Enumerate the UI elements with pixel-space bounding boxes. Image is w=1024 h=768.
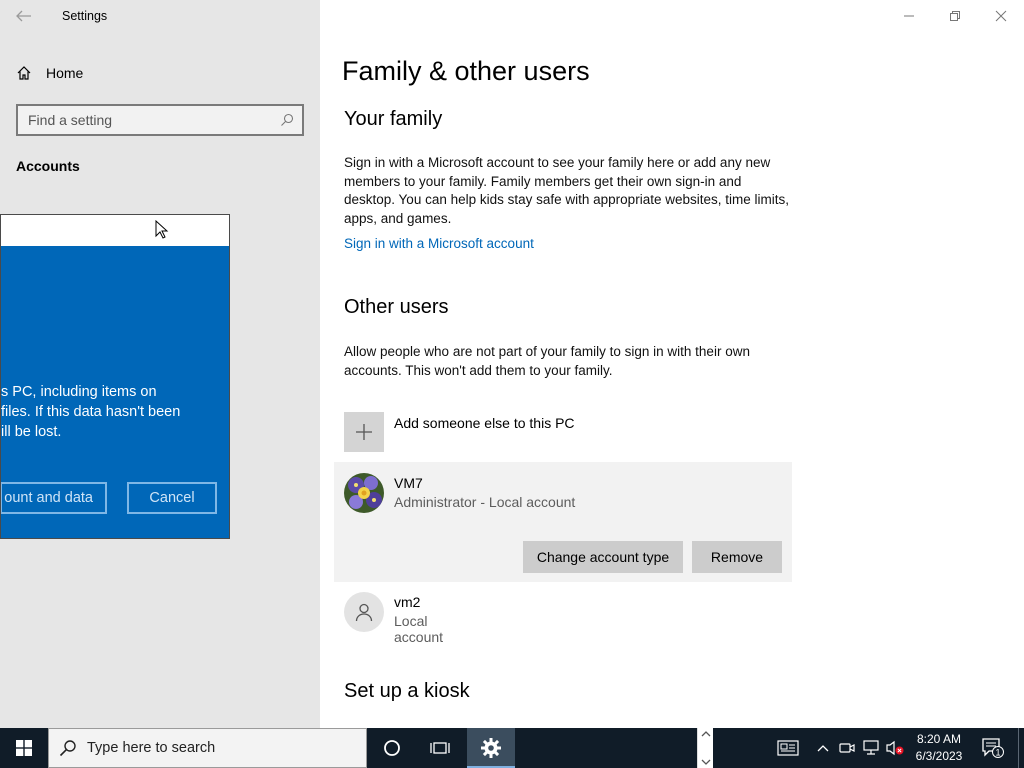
nav-home[interactable]: Home <box>16 62 83 84</box>
news-button[interactable] <box>776 736 800 760</box>
dialog-cancel-button[interactable]: Cancel <box>127 482 217 514</box>
search-icon[interactable] <box>280 113 294 127</box>
flower-avatar-icon <box>344 473 384 513</box>
start-button[interactable] <box>0 728 48 768</box>
content-scrollbar[interactable] <box>697 728 713 768</box>
network-button[interactable] <box>860 736 882 760</box>
minimize-button[interactable] <box>897 4 921 28</box>
mouse-cursor-icon <box>155 220 169 239</box>
clock-time: 8:20 AM <box>916 732 962 746</box>
dialog-message: s PC, including items on files. If this … <box>1 384 181 440</box>
task-view-icon <box>430 742 450 754</box>
microsoft-signin-link[interactable]: Sign in with a Microsoft account <box>344 236 534 251</box>
taskbar-clock[interactable]: 8:20 AM 6/3/2023 <box>908 731 970 765</box>
volume-muted-icon <box>886 740 904 756</box>
delete-account-and-data-button[interactable]: ount and data <box>1 482 107 514</box>
user-account-type: Administrator - Local account <box>394 494 576 510</box>
action-center-button[interactable]: 1 <box>980 736 1006 760</box>
avatar <box>344 592 384 632</box>
tray-overflow-button[interactable] <box>812 736 834 760</box>
other-users-description: Allow people who are not part of your fa… <box>344 344 750 378</box>
avatar <box>344 473 384 513</box>
chevron-up-icon <box>817 745 829 752</box>
remove-user-button[interactable]: Remove <box>692 541 782 573</box>
page-title: Family & other users <box>342 56 590 86</box>
plus-icon <box>356 424 372 440</box>
person-icon <box>355 603 373 622</box>
restore-icon <box>950 11 960 21</box>
task-view-button[interactable] <box>416 728 464 768</box>
taskbar: Type here to search 8:20 AM 6/3/2023 1 <box>0 728 1024 768</box>
window-title: Settings <box>62 9 108 23</box>
close-icon <box>995 10 1007 22</box>
kiosk-heading: Set up a kiosk <box>344 680 470 702</box>
scroll-down-icon[interactable] <box>701 759 711 766</box>
nav-home-label: Home <box>46 65 84 81</box>
user-name: vm2 <box>394 594 421 610</box>
your-family-heading: Your family <box>344 108 443 130</box>
gear-icon <box>481 738 501 758</box>
user-name: VM7 <box>394 475 423 491</box>
settings-taskbar-button[interactable] <box>467 728 515 768</box>
notification-count: 1 <box>995 748 1000 758</box>
show-desktop-button[interactable] <box>1018 728 1019 768</box>
meet-now-icon <box>839 743 855 753</box>
cortana-button[interactable] <box>368 728 416 768</box>
home-icon <box>17 66 31 80</box>
search-icon <box>59 740 76 757</box>
nav-section-accounts: Accounts <box>16 158 80 174</box>
notification-icon: 1 <box>982 738 1004 758</box>
your-family-description: Sign in with a Microsoft account to see … <box>344 155 789 226</box>
news-icon <box>777 740 799 756</box>
delete-account-dialog: s PC, including items on files. If this … <box>0 214 230 539</box>
settings-search-input[interactable] <box>28 112 280 128</box>
volume-button[interactable] <box>884 736 906 760</box>
back-arrow-icon <box>16 10 31 22</box>
close-button[interactable] <box>989 4 1013 28</box>
settings-search-box[interactable] <box>16 104 304 136</box>
other-users-heading: Other users <box>344 296 449 318</box>
user-account-type: Local account <box>394 613 444 645</box>
cortana-icon <box>384 740 400 756</box>
taskbar-search-placeholder: Type here to search <box>87 740 216 756</box>
change-account-type-button[interactable]: Change account type <box>523 541 683 573</box>
back-button[interactable] <box>14 6 34 26</box>
meet-now-button[interactable] <box>836 736 858 760</box>
add-user-tile[interactable] <box>344 412 384 452</box>
clock-date: 6/3/2023 <box>915 749 963 763</box>
add-user-row[interactable]: Add someone else to this PC <box>344 412 575 452</box>
windows-logo-icon <box>16 740 32 756</box>
taskbar-search-box[interactable]: Type here to search <box>48 728 367 768</box>
scroll-up-icon[interactable] <box>701 730 711 737</box>
network-icon <box>863 740 879 755</box>
add-user-label: Add someone else to this PC <box>394 415 575 431</box>
restore-button[interactable] <box>943 4 967 28</box>
dialog-titlebar[interactable] <box>1 215 229 246</box>
minimize-icon <box>904 15 914 17</box>
user-card-selected[interactable]: VM7 Administrator - Local account Change… <box>334 462 792 582</box>
